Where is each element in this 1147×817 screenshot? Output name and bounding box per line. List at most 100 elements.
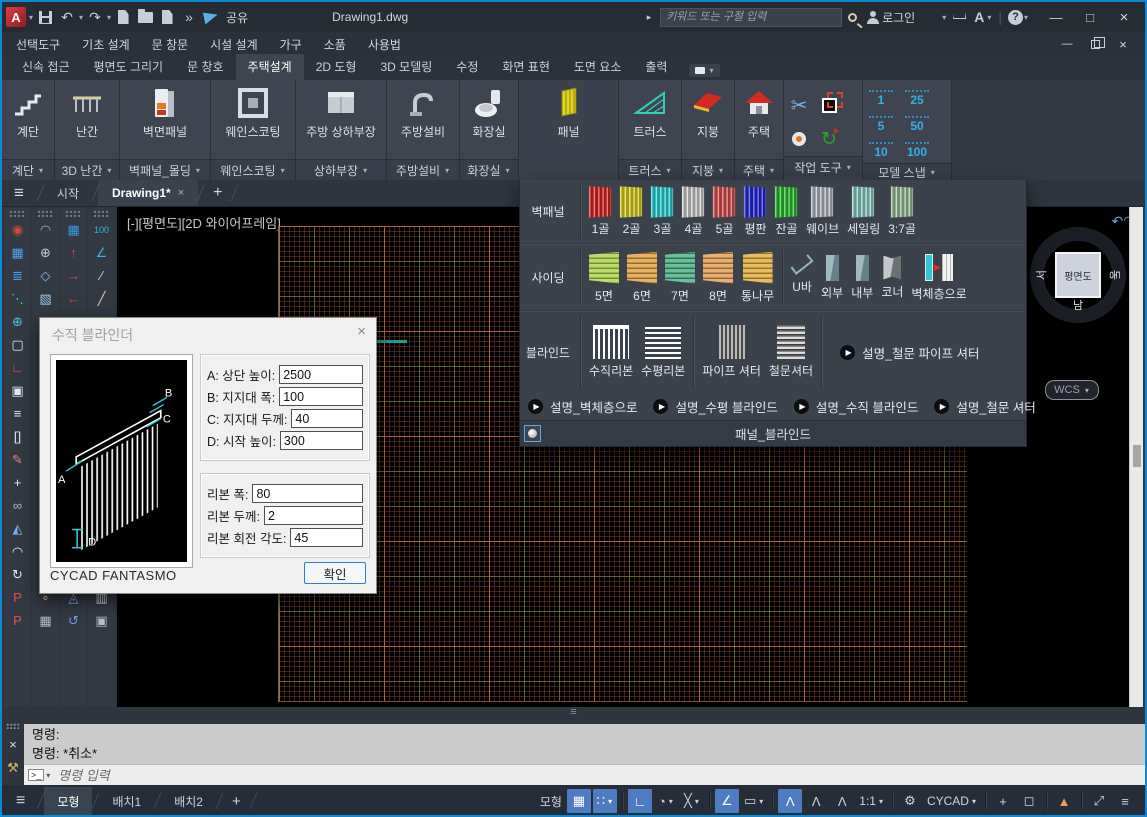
ribbon-tab-house-design[interactable]: 주택설계 [236, 54, 304, 80]
polygon-tool-icon[interactable]: ◇ [34, 264, 58, 287]
annotation-visibility-toggle[interactable]: Λ [778, 789, 802, 813]
kitchen-fixture-button[interactable]: 주방설비 [387, 80, 459, 159]
close-button[interactable]: × [1107, 4, 1141, 30]
help-item-vertical-blind[interactable]: ▶설명_수직 블라인드 [794, 397, 918, 416]
command-close-icon[interactable]: × [9, 737, 17, 752]
autodesk-app-icon[interactable]: A [974, 9, 984, 25]
flyout-item-vertical-ribbon[interactable]: 수직리본 [585, 325, 637, 379]
new-tab-button[interactable]: + [213, 184, 222, 202]
ribbon-group-3d-railing[interactable]: 3D 난간▾ [55, 159, 119, 180]
flyout-item-sailing[interactable]: 세일링 [843, 187, 884, 237]
top-height-input[interactable] [279, 365, 363, 384]
wainscoting-button[interactable]: 웨인스코팅 [211, 80, 295, 159]
corner-polyline-icon[interactable]: ∟ [6, 356, 30, 379]
aim-target-icon[interactable]: ◉ [6, 218, 30, 241]
menu-item-base-design[interactable]: 기초 설계 [82, 36, 130, 53]
red-inner-frame-icon[interactable]: ▣ [6, 379, 30, 402]
settings-gear-icon[interactable]: ⚙ [898, 789, 922, 813]
search-icon[interactable] [848, 13, 857, 22]
flyout-item-4gol[interactable]: 4골 [678, 187, 709, 237]
flyout-item-2gol[interactable]: 2골 [616, 187, 647, 237]
ribbon-group-kitchen-fixture[interactable]: 주방설비▾ [387, 159, 459, 180]
panel-tv-icon[interactable]: ▦ [34, 609, 58, 632]
ribbon-tab-modify[interactable]: 수정 [444, 54, 490, 80]
snap-mode-toggle[interactable]: ∷▾ [593, 789, 617, 813]
menu-item-door-window[interactable]: 문 창문 [152, 36, 188, 53]
circle-center-icon[interactable]: ⊕ [34, 241, 58, 264]
flyout-item-pipe-shutter[interactable]: 파이프 셔터 [698, 325, 765, 379]
snap-1-button[interactable]: 1 [869, 90, 893, 107]
doc-close-button[interactable]: × [1109, 34, 1137, 54]
menu-item-facility[interactable]: 시설 설계 [210, 36, 258, 53]
toolbar-grip[interactable] [37, 210, 54, 217]
flyout-item-fine[interactable]: 잔골 [771, 187, 802, 237]
graphics-performance-toggle[interactable]: ▲ [1052, 789, 1076, 813]
prompt-caret-icon[interactable]: ▾ [46, 771, 50, 780]
help-caret-icon[interactable]: ▾ [1024, 13, 1028, 22]
arc-segment-icon[interactable]: ◠ [34, 218, 58, 241]
flyout-item-horizontal-ribbon[interactable]: 수평리본 [637, 325, 689, 379]
ribbon-group-cabinet[interactable]: 상하부장▾ [296, 159, 386, 180]
prompt-icon[interactable]: >_ [28, 769, 44, 781]
ribbon-group-truss[interactable]: 트러스▾ [619, 159, 681, 180]
house-button[interactable]: 주택 [735, 80, 783, 159]
insert-left-icon[interactable]: ← [62, 287, 86, 310]
ribbon-tab-display[interactable]: 화면 표현 [490, 54, 562, 80]
flyout-item-wave[interactable]: 웨이브 [802, 187, 843, 237]
command-wrench-icon[interactable]: ⚒ [7, 760, 19, 776]
annotation-autoscale-toggle[interactable]: Λ [804, 789, 828, 813]
kitchen-cabinet-button[interactable]: 주방 상하부장 [296, 80, 386, 159]
share-button[interactable] [201, 5, 221, 29]
roof-button[interactable]: 지붕 [682, 80, 734, 159]
stairs-button[interactable]: 계단 [2, 80, 54, 159]
layout-tab-model[interactable]: 모형 [44, 787, 92, 816]
toolbar-grip[interactable] [9, 210, 26, 217]
snap-100-button[interactable]: 100 [905, 142, 929, 159]
doc-restore-button[interactable] [1081, 34, 1109, 54]
wcs-dropdown[interactable]: WCS ▾ [1045, 380, 1099, 400]
flyout-item-3gol[interactable]: 3골 [647, 187, 678, 237]
ribbon-tab-drawing-elements[interactable]: 도면 요소 [562, 54, 634, 80]
ribbon-group-wainscoting[interactable]: 웨인스코팅▾ [211, 159, 295, 180]
viewcube-rotate-controls[interactable]: ↶↷ [1112, 213, 1129, 230]
p-node-red-icon[interactable]: P [6, 586, 30, 609]
snap-10-button[interactable]: 10 [869, 142, 893, 159]
rotate-sweep-button[interactable]: ↻ [821, 128, 837, 151]
toolbar-grip[interactable] [65, 210, 82, 217]
railing-button[interactable]: 난간 [55, 80, 119, 159]
ribbon-group-wall-molding[interactable]: 벽패널_몰딩▾ [120, 159, 210, 180]
trim-scissors-button[interactable]: ✂ [791, 93, 808, 118]
model-paper-toggle[interactable]: 모형 [537, 789, 565, 813]
annotation-scale-value[interactable]: 1:1▾ [856, 789, 887, 813]
knowledge-arrow-icon[interactable]: ▸ [639, 5, 659, 29]
login-caret-icon[interactable]: ▾ [942, 13, 946, 22]
open-button[interactable] [135, 5, 155, 29]
command-history[interactable]: 명령: 명령: *취소* [24, 724, 1145, 764]
menu-item-select-tools[interactable]: 선택도구 [16, 36, 60, 53]
tab-drawing1[interactable]: Drawing1*× [98, 180, 198, 206]
viewcube-top-face[interactable]: 평면도 [1055, 252, 1101, 298]
washer-target-button[interactable] [792, 132, 806, 146]
white-frame-icon[interactable]: ▢ [6, 333, 30, 356]
flyout-item-log[interactable]: 통나무 [737, 252, 778, 304]
viewcube-compass-ring[interactable]: ▲ ▲ ▶ ◀ 북 남 동 서 평면도 [1030, 227, 1126, 323]
app-caret-icon[interactable]: ▾ [987, 13, 991, 22]
annotation-scale-icon[interactable]: Λ [830, 789, 854, 813]
ribbon-group-model-snap[interactable]: 모델 스냅▾ [863, 163, 951, 181]
ribbon-group-work-tools[interactable]: 작업 도구▾ [784, 156, 862, 177]
ribbon-group-house[interactable]: 주택▾ [735, 159, 783, 180]
grid-display-toggle[interactable]: ▦ [567, 789, 591, 813]
bracket-pair-icon[interactable]: [] [6, 425, 30, 448]
menu-item-props[interactable]: 소품 [324, 36, 346, 53]
qat-more-button[interactable]: » [179, 5, 199, 29]
polar-tracking-toggle[interactable]: ◔▾ [654, 789, 678, 813]
workspace-switcher[interactable]: CYCAD▾ [924, 789, 980, 813]
new-layout-button[interactable]: + [232, 793, 241, 810]
help-item-steel-shutter[interactable]: ▶설명_철문 셔터 [934, 397, 1035, 416]
customization-menu[interactable]: ≡ [1113, 789, 1137, 813]
p-node-green-icon[interactable]: P [6, 609, 30, 632]
angle-constraint-icon[interactable]: ∠ [90, 241, 114, 264]
window-frame-icon[interactable]: ▦ [6, 241, 30, 264]
ribbon-angle-input[interactable] [290, 528, 363, 547]
support-thickness-input[interactable] [291, 409, 363, 428]
